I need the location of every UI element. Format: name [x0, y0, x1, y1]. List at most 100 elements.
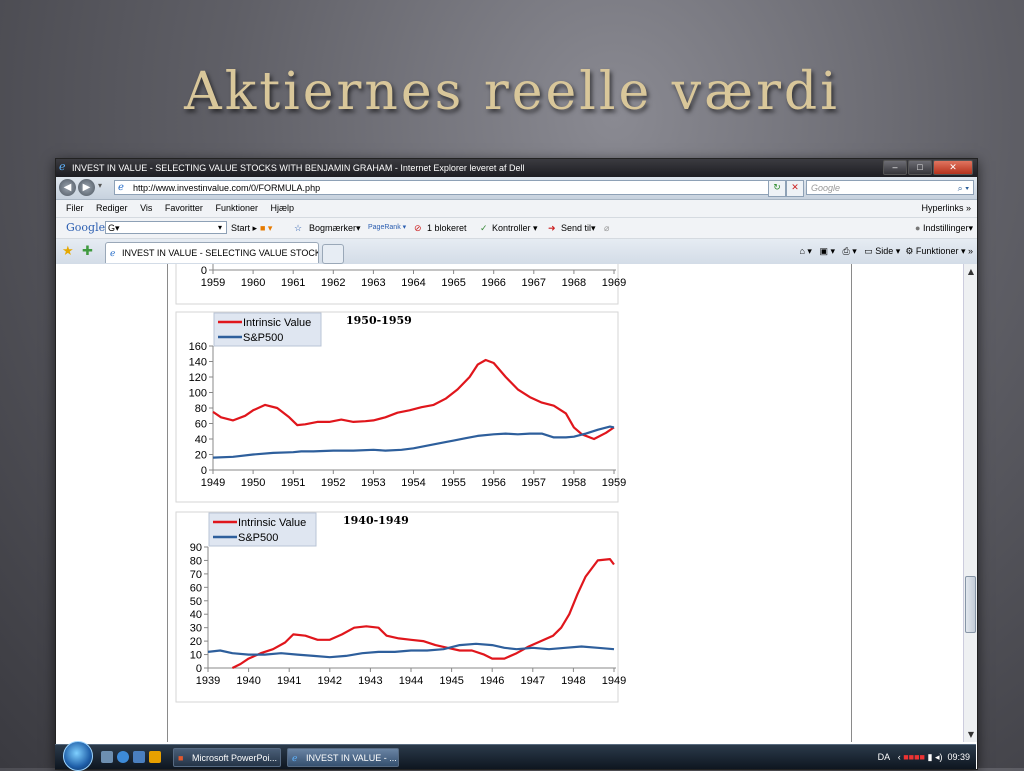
pagerank-indicator[interactable]: PageRank ▾ [368, 218, 406, 238]
popup-blocked-button[interactable]: 1 blokeret [427, 218, 467, 238]
print-icon[interactable]: ⎙ ▾ [843, 246, 857, 256]
window-titlebar[interactable]: ℯ INVEST IN VALUE - SELECTING VALUE STOC… [56, 159, 977, 177]
ie-quicklaunch-icon[interactable] [117, 751, 129, 763]
home-icon[interactable]: ⌂ ▾ [800, 246, 812, 256]
start-button[interactable]: Start ▸ [231, 218, 257, 238]
clock[interactable]: 09:39 [947, 752, 970, 762]
volume-icon[interactable]: ◂) [935, 752, 943, 762]
search-placeholder: Google [811, 183, 841, 193]
menu-file[interactable]: Filer [66, 203, 84, 213]
y-tick-label-2-2: 20 [190, 636, 202, 648]
google-popup-icon[interactable]: ■ ▾ [260, 218, 272, 238]
x-tick-label-2-7: 1946 [480, 675, 504, 687]
x-tick-label-1-8: 1957 [522, 477, 546, 489]
scrollbar-thumb[interactable] [965, 576, 976, 633]
refresh-icon[interactable]: ↻ [768, 180, 786, 197]
back-icon[interactable]: ◀ [59, 179, 76, 196]
page-content: 1959 1960 1961 1962 1963 1964 1965 1966 1967 1968… [56, 264, 977, 742]
y-tick-label-1-4: 80 [195, 403, 207, 415]
y-tick-label-1-1: 20 [195, 450, 207, 462]
page-menu[interactable]: ▭ Side ▾ [864, 246, 900, 256]
legend-label-1-1: S&P500 [243, 332, 283, 344]
tray-app-icons[interactable]: ■■■■ [903, 752, 925, 762]
y-tick-label-2-6: 60 [190, 582, 202, 594]
y-tick-label-1-2: 40 [195, 434, 207, 446]
show-desktop-icon[interactable] [101, 751, 113, 763]
google-box-dropdown-icon[interactable]: ▾ [218, 218, 222, 238]
x-tick-label-0-8: 1967 [522, 277, 546, 289]
x-tick-label-2-10: 1949 [602, 675, 626, 687]
y-tick-label-1-7: 140 [189, 357, 207, 369]
x-tick-label-0-0: 1959 [201, 277, 225, 289]
x-tick-label-2-4: 1943 [358, 675, 382, 687]
x-tick-label-1-5: 1954 [401, 477, 425, 489]
send-to-button[interactable]: Send til▾ [561, 218, 596, 238]
tab-bar: ★ ✚ ℯ INVEST IN VALUE - SELECTING VALUE … [56, 239, 977, 265]
close-button[interactable]: ✕ [933, 160, 973, 175]
tab-invest-in-value[interactable]: ℯ INVEST IN VALUE - SELECTING VALUE STOC… [105, 242, 319, 263]
send-icon: ➜ [548, 223, 556, 233]
page-icon: ℯ [118, 182, 124, 193]
hyperlinks-link[interactable]: Hyperlinks » [921, 200, 971, 217]
command-bar: ⌂ ▾ ▣ ▾ ⎙ ▾ ▭ Side ▾ ⚙ Funktioner ▾ » [799, 246, 974, 256]
menu-view[interactable]: Vis [140, 203, 152, 213]
legend-label-1-0: Intrinsic Value [243, 317, 311, 329]
right-column-rule [851, 264, 852, 742]
tab-page-icon: ℯ [110, 248, 116, 258]
scroll-up-icon[interactable]: ▲ [964, 267, 977, 276]
tab-label: INVEST IN VALUE - SELECTING VALUE STOCKS… [122, 248, 318, 258]
menu-help[interactable]: Hjælp [271, 203, 295, 213]
x-tick-label-2-9: 1948 [561, 675, 585, 687]
window-title: INVEST IN VALUE - SELECTING VALUE STOCKS… [72, 163, 525, 173]
x-tick-label-0-5: 1964 [401, 277, 425, 289]
menu-favorites[interactable]: Favoritter [165, 203, 203, 213]
bookmarks-button[interactable]: Bogmærker▾ [309, 218, 361, 238]
task-internet-explorer[interactable]: ℯ INVEST IN VALUE - ... [287, 748, 399, 767]
tools-menu[interactable]: ⚙ Funktioner ▾ [905, 246, 965, 256]
add-favorite-icon[interactable]: ✚ [82, 243, 93, 259]
menu-edit[interactable]: Rediger [96, 203, 128, 213]
ie-logo-icon: ℯ [59, 161, 66, 173]
x-tick-label-1-9: 1958 [562, 477, 586, 489]
y-tick-label-0-0: 0 [201, 265, 207, 277]
controls-button[interactable]: Kontroller ▾ [492, 218, 538, 238]
legend-label-2-1: S&P500 [238, 532, 278, 544]
media-quicklaunch-icon[interactable] [149, 751, 161, 763]
y-tick-label-1-0: 0 [201, 465, 207, 477]
tray-expand-icon[interactable]: ‹ [898, 752, 901, 762]
x-tick-label-0-9: 1968 [562, 277, 586, 289]
x-tick-label-0-6: 1965 [441, 277, 465, 289]
new-tab-button[interactable] [322, 244, 344, 264]
task-powerpoint[interactable]: ■ Microsoft PowerPoi... [173, 748, 281, 767]
start-orb-button[interactable] [63, 741, 93, 771]
x-tick-label-0-2: 1961 [281, 277, 305, 289]
x-tick-label-0-10: 1969 [602, 277, 626, 289]
search-input[interactable]: Google ⌕ ▾ [806, 180, 974, 195]
x-tick-label-1-6: 1955 [441, 477, 465, 489]
address-bar: ◀ ▶ ▾ ℯ http://www.investinvalue.com/0/F… [56, 177, 977, 200]
x-tick-label-1-10: 1959 [602, 477, 626, 489]
nav-history-icon[interactable]: ▾ [98, 181, 102, 190]
taskbar: ■ Microsoft PowerPoi... ℯ INVEST IN VALU… [55, 741, 976, 771]
vertical-scrollbar[interactable]: ▲ ▼ [963, 264, 977, 742]
search-icon[interactable]: ⌕ ▾ [958, 181, 969, 196]
forward-icon[interactable]: ▶ [78, 179, 95, 196]
x-tick-label-2-6: 1945 [439, 675, 463, 687]
y-tick-label-2-7: 70 [190, 569, 202, 581]
menu-tools[interactable]: Funktioner [215, 203, 258, 213]
switch-windows-icon[interactable] [133, 751, 145, 763]
language-indicator[interactable]: DA [878, 752, 891, 762]
stop-icon[interactable]: ✕ [786, 180, 804, 197]
google-search-box[interactable]: G▾ [105, 221, 227, 234]
y-tick-label-1-5: 100 [189, 388, 207, 400]
url-field[interactable]: ℯ http://www.investinvalue.com/0/FORMULA… [114, 180, 786, 195]
maximize-button[interactable]: □ [908, 160, 932, 175]
minimize-button[interactable]: – [883, 160, 907, 175]
feeds-icon[interactable]: ▣ ▾ [819, 246, 835, 256]
scroll-down-icon[interactable]: ▼ [964, 730, 977, 739]
y-tick-label-2-1: 10 [190, 650, 202, 662]
paperclip-icon[interactable]: ⌀ [604, 218, 609, 238]
favorites-star-icon[interactable]: ★ [62, 243, 74, 259]
network-icon[interactable]: ▮ [927, 752, 932, 762]
settings-button[interactable]: ● Indstillinger▾ [915, 218, 973, 238]
